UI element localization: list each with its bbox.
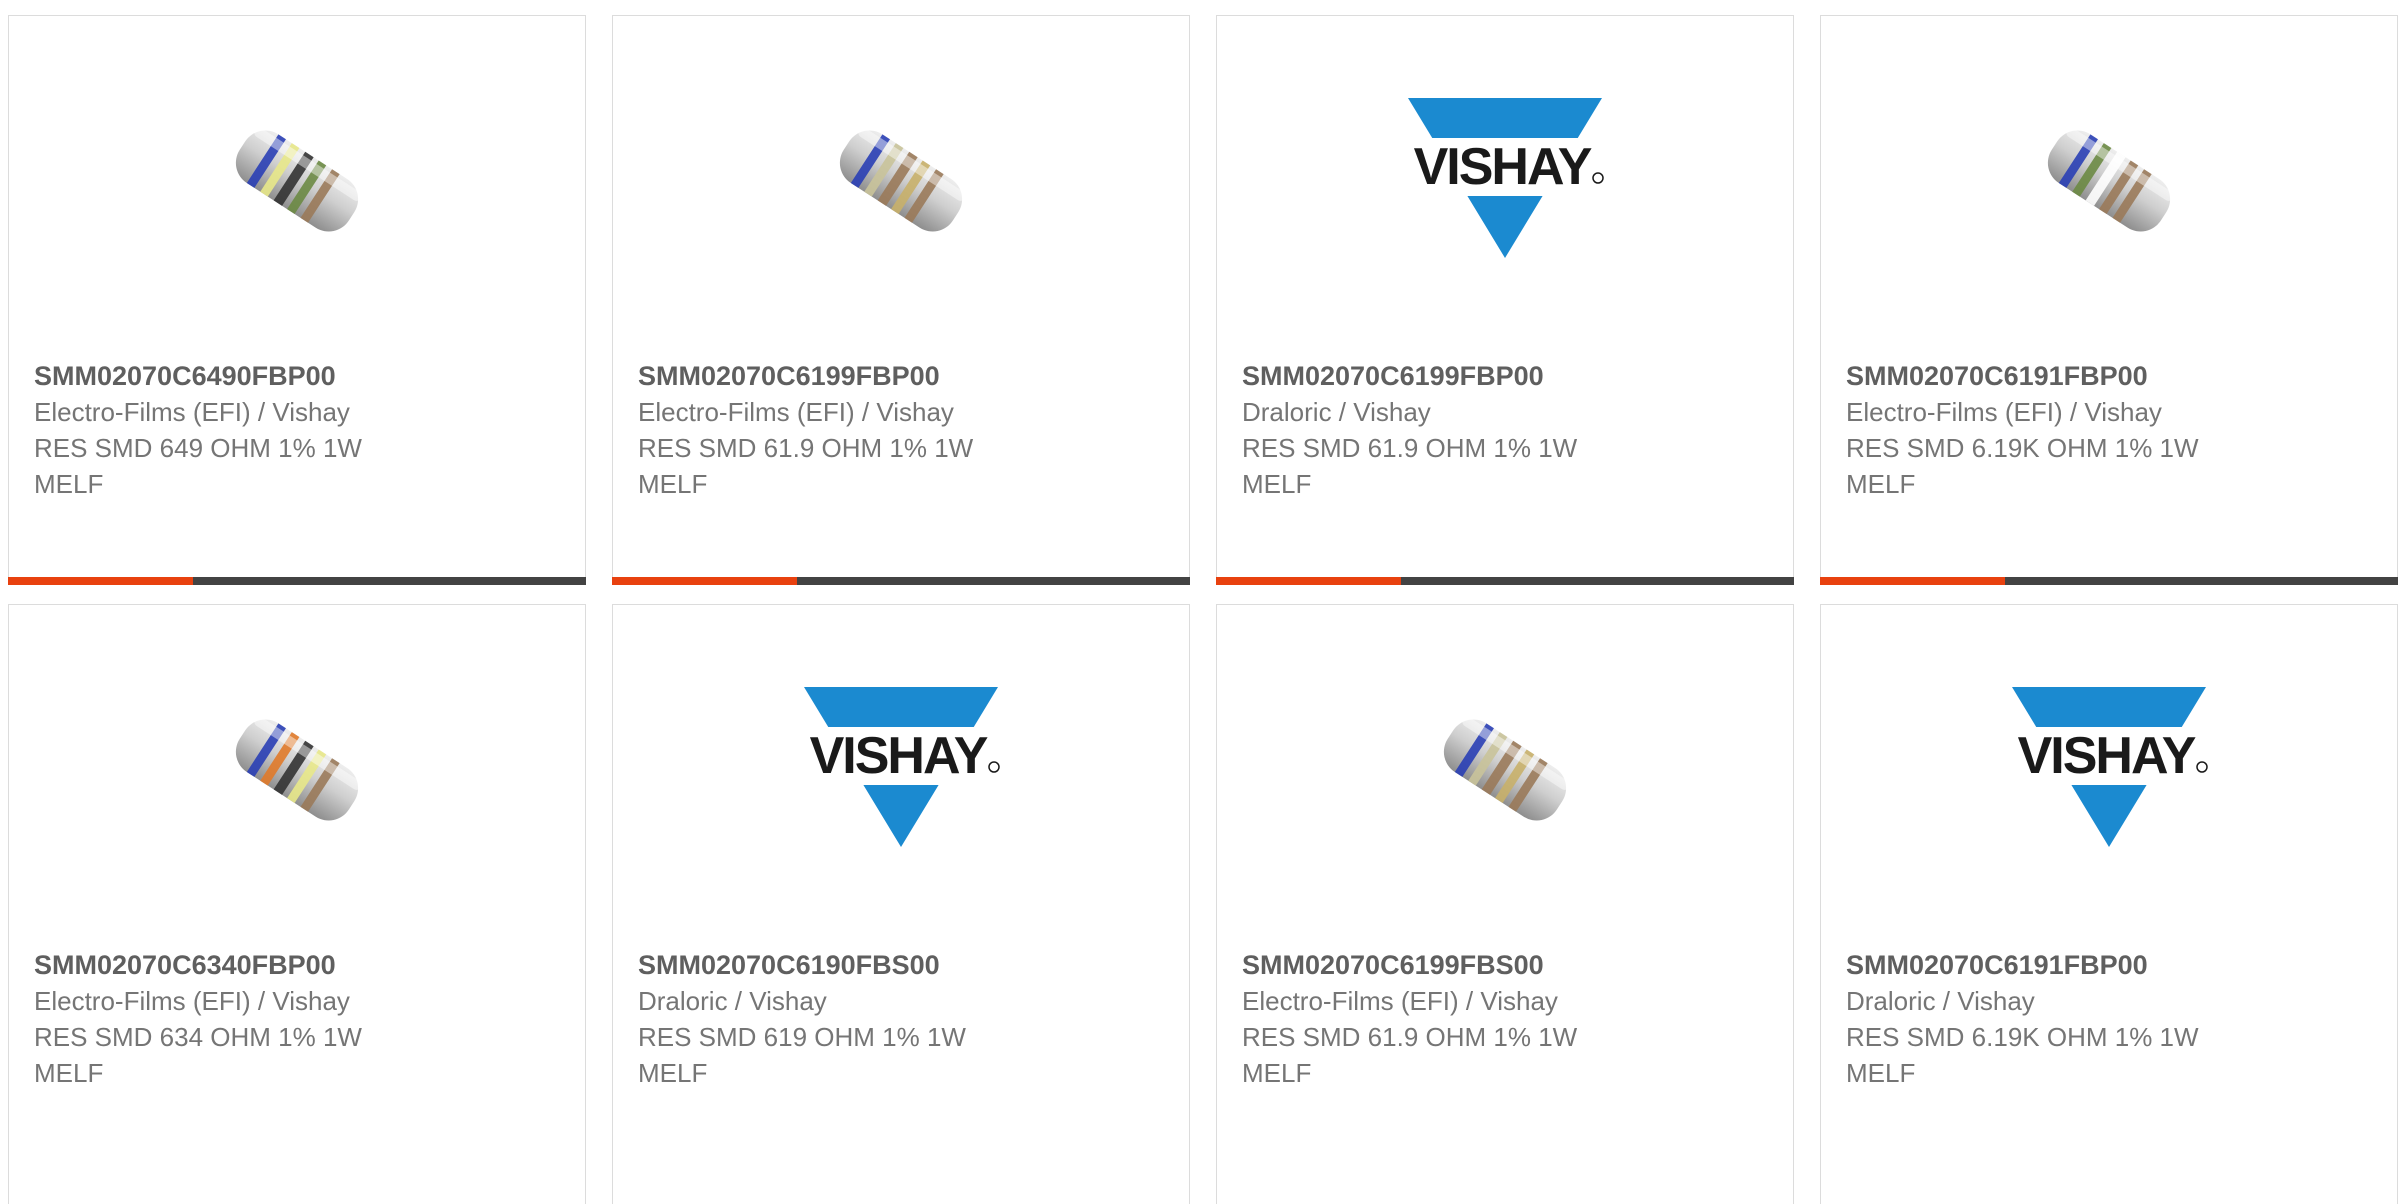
package: MELF	[638, 469, 708, 499]
progress-fill	[1216, 577, 1401, 585]
description: RES SMD 634 OHM 1% 1W	[34, 1022, 362, 1052]
product-image[interactable]: VISHAY	[798, 667, 1004, 873]
part-number[interactable]: SMM02070C6191FBP00	[1846, 358, 2377, 394]
progress-bar	[1216, 577, 1794, 585]
description: RES SMD 61.9 OHM 1% 1W	[1242, 1022, 1578, 1052]
progress-fill	[8, 577, 193, 585]
product-card[interactable]: SMM02070C6199FBS00 Electro-Films (EFI) /…	[1216, 604, 1794, 1204]
manufacturer: Electro-Films (EFI) / Vishay	[34, 986, 350, 1016]
product-card[interactable]: VISHAY SMM02070C6199FBP00 Draloric / Vis…	[1216, 15, 1794, 585]
logo-text: VISHAY	[2018, 727, 2196, 785]
resistor-icon	[839, 127, 966, 232]
vishay-logo-icon: VISHAY	[1402, 98, 1608, 258]
package: MELF	[34, 469, 104, 499]
product-card[interactable]: SMM02070C6340FBP00 Electro-Films (EFI) /…	[8, 604, 586, 1204]
package: MELF	[1846, 469, 1916, 499]
product-card[interactable]: VISHAY SMM02070C6190FBS00 Draloric / Vis…	[612, 604, 1190, 1204]
description: RES SMD 649 OHM 1% 1W	[34, 433, 362, 463]
progress-bar	[8, 577, 586, 585]
vishay-logo-icon: VISHAY	[798, 687, 1004, 847]
package: MELF	[1242, 1058, 1312, 1088]
product-card[interactable]: SMM02070C6490FBP00 Electro-Films (EFI) /…	[8, 15, 586, 585]
product-image[interactable]	[194, 78, 400, 284]
part-number[interactable]: SMM02070C6490FBP00	[34, 358, 565, 394]
resistor-icon	[1443, 716, 1570, 821]
manufacturer: Draloric / Vishay	[1846, 986, 2035, 1016]
manufacturer: Electro-Films (EFI) / Vishay	[1846, 397, 2162, 427]
product-image[interactable]: VISHAY	[2006, 667, 2212, 873]
product-image[interactable]	[2006, 78, 2212, 284]
resistor-icon	[235, 127, 362, 232]
package: MELF	[34, 1058, 104, 1088]
package: MELF	[1846, 1058, 1916, 1088]
manufacturer: Electro-Films (EFI) / Vishay	[638, 397, 954, 427]
product-card[interactable]: VISHAY SMM02070C6191FBP00 Draloric / Vis…	[1820, 604, 2398, 1204]
manufacturer: Electro-Films (EFI) / Vishay	[1242, 986, 1558, 1016]
part-number[interactable]: SMM02070C6190FBS00	[638, 947, 1169, 983]
logo-text: VISHAY	[810, 727, 988, 785]
description: RES SMD 61.9 OHM 1% 1W	[638, 433, 974, 463]
part-number[interactable]: SMM02070C6199FBP00	[1242, 358, 1773, 394]
part-number[interactable]: SMM02070C6191FBP00	[1846, 947, 2377, 983]
description: RES SMD 6.19K OHM 1% 1W	[1846, 433, 2199, 463]
product-card[interactable]: SMM02070C6199FBP00 Electro-Films (EFI) /…	[612, 15, 1190, 585]
product-image[interactable]	[1402, 667, 1608, 873]
package: MELF	[1242, 469, 1312, 499]
manufacturer: Draloric / Vishay	[638, 986, 827, 1016]
description: RES SMD 6.19K OHM 1% 1W	[1846, 1022, 2199, 1052]
resistor-icon	[2047, 127, 2174, 232]
resistor-icon	[235, 716, 362, 821]
product-image[interactable]	[194, 667, 400, 873]
description: RES SMD 61.9 OHM 1% 1W	[1242, 433, 1578, 463]
progress-fill	[1820, 577, 2005, 585]
product-image[interactable]	[798, 78, 1004, 284]
progress-bar	[1820, 577, 2398, 585]
part-number[interactable]: SMM02070C6199FBP00	[638, 358, 1169, 394]
part-number[interactable]: SMM02070C6199FBS00	[1242, 947, 1773, 983]
progress-fill	[612, 577, 797, 585]
description: RES SMD 619 OHM 1% 1W	[638, 1022, 966, 1052]
progress-bar	[612, 577, 1190, 585]
manufacturer: Draloric / Vishay	[1242, 397, 1431, 427]
logo-text: VISHAY	[1414, 138, 1592, 196]
part-number[interactable]: SMM02070C6340FBP00	[34, 947, 565, 983]
vishay-logo-icon: VISHAY	[2006, 687, 2212, 847]
product-card[interactable]: SMM02070C6191FBP00 Electro-Films (EFI) /…	[1820, 15, 2398, 585]
package: MELF	[638, 1058, 708, 1088]
product-image[interactable]: VISHAY	[1402, 78, 1608, 284]
manufacturer: Electro-Films (EFI) / Vishay	[34, 397, 350, 427]
